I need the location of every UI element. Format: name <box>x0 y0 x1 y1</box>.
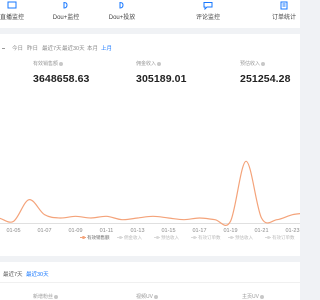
nav-item-label: 直播监控 <box>0 15 24 21</box>
data-point[interactable] <box>245 161 246 162</box>
metric-value: 3648658.63 <box>33 73 90 85</box>
data-point[interactable] <box>90 217 91 218</box>
series-line-0 <box>0 160 300 226</box>
nav-item-label: Dou+监控 <box>52 15 80 21</box>
column-new-fans: 新增粉丝 <box>33 293 59 300</box>
help-icon[interactable] <box>54 294 59 299</box>
data-point[interactable] <box>59 217 60 218</box>
data-point[interactable] <box>152 216 153 217</box>
comment-monitor-icon <box>203 1 213 10</box>
data-point[interactable] <box>276 219 277 220</box>
metric-value: 305189.01 <box>136 73 187 85</box>
legend-label: 预估收入 <box>161 235 179 240</box>
nav-item-label: 评论监控 <box>195 15 220 21</box>
nav-item-order-stats[interactable]: 订单统计 <box>256 0 312 28</box>
time-option-7days[interactable]: 最近7天 <box>42 44 62 52</box>
help-icon[interactable] <box>157 61 162 66</box>
help-icon[interactable] <box>59 61 64 66</box>
sales-trend-chart: 01-05 01-07 01-09 01-11 01-13 01-15 01-17 01-19… <box>0 160 300 234</box>
time-option-30days[interactable]: 最近30天 <box>62 44 85 52</box>
metric-value: 251254.28 <box>240 73 291 85</box>
metric-label: 预估收入 <box>240 60 320 67</box>
legend-marker <box>154 235 160 239</box>
time-range-bar: 今日 昨日 最近7天 最近30天 本月 上月 <box>0 44 300 54</box>
data-point[interactable] <box>121 219 122 220</box>
data-point[interactable] <box>106 216 107 217</box>
legend-item[interactable]: 有效订单数 <box>191 235 221 241</box>
legend-marker <box>117 235 123 239</box>
x-tick-label: 01-07 <box>37 228 51 234</box>
legend-marker <box>228 235 234 239</box>
nav-item-dou-monitor[interactable]: Dou+监控 <box>38 0 94 28</box>
nav-item-comment-monitor[interactable]: 评论监控 <box>180 0 236 28</box>
data-point[interactable] <box>261 217 262 218</box>
legend-label: 有效订单数 <box>198 235 221 240</box>
data-point[interactable] <box>75 216 76 217</box>
metric-label: 有效销售额 <box>33 60 123 67</box>
dou-monitor-icon <box>61 1 71 10</box>
x-tick-label: 01-09 <box>68 228 82 234</box>
sales-overview-panel: 今日 昨日 最近7天 最近30天 本月 上月 有效销售额 3648658.63 … <box>0 34 300 256</box>
top-nav: 直播监控 Dou+监控 Dou+投放 评论监控 订单统计 <box>0 0 300 28</box>
legend-marker <box>265 235 271 239</box>
divider <box>0 282 300 283</box>
timebar-marker <box>2 48 5 49</box>
data-point[interactable] <box>214 219 215 220</box>
help-icon[interactable] <box>261 61 266 66</box>
tab-30days[interactable]: 最近30天 <box>26 270 49 278</box>
nav-item-live-monitor[interactable]: 直播监控 <box>0 0 40 28</box>
nav-item-dou-delivery[interactable]: Dou+投放 <box>94 0 150 28</box>
x-tick-label: 01-21 <box>254 228 268 234</box>
legend-item[interactable]: 预估收入 <box>154 235 179 241</box>
x-tick-label: 01-19 <box>223 228 237 234</box>
legend-item[interactable]: 有效销售额 <box>80 235 110 241</box>
metric-sales: 有效销售额 3648658.63 <box>33 60 123 85</box>
legend-item[interactable]: 预估收入 <box>228 235 253 241</box>
x-tick-label: 01-23 <box>285 228 299 234</box>
x-tick-label: 01-15 <box>161 228 175 234</box>
legend-marker <box>80 235 86 239</box>
nav-item-label: 订单统计 <box>271 15 296 21</box>
data-point[interactable] <box>183 219 184 220</box>
data-point[interactable] <box>13 221 14 222</box>
legend-marker <box>191 235 197 239</box>
metric-label: 佣金收入 <box>136 60 226 67</box>
data-point[interactable] <box>199 217 200 218</box>
column-home-uv: 主页UV <box>242 293 264 300</box>
legend-label: 佣金收入 <box>124 235 142 240</box>
x-tick-label: 01-11 <box>100 228 114 234</box>
data-point[interactable] <box>44 214 45 215</box>
data-point[interactable] <box>230 221 231 222</box>
data-point[interactable] <box>137 217 138 218</box>
legend-item[interactable]: 有效订单数 <box>265 235 295 241</box>
legend-label: 预估收入 <box>235 235 253 240</box>
dou-delivery-icon <box>117 1 127 10</box>
legend-item[interactable]: 佣金收入 <box>117 235 142 241</box>
time-option-last-month[interactable]: 上月 <box>101 44 112 52</box>
legend-label: 有效销售额 <box>87 235 110 240</box>
x-tick-label: 01-05 <box>6 228 20 234</box>
x-tick-label: 01-13 <box>130 228 144 234</box>
metric-estimated-income: 预估收入 251254.28 <box>240 60 320 85</box>
time-option-yesterday[interactable]: 昨日 <box>27 44 38 52</box>
x-tick-label: 01-17 <box>192 228 206 234</box>
help-icon[interactable] <box>259 294 264 299</box>
legend-label: 有效订单数 <box>272 235 295 240</box>
time-option-this-month[interactable]: 本月 <box>87 44 98 52</box>
time-option-today[interactable]: 今日 <box>12 44 23 52</box>
help-icon[interactable] <box>153 294 158 299</box>
live-monitor-icon <box>7 1 17 10</box>
data-point[interactable] <box>292 214 293 215</box>
data-point[interactable] <box>28 199 29 200</box>
tab-7days[interactable]: 最近7天 <box>3 270 23 278</box>
data-point[interactable] <box>168 217 169 218</box>
fans-panel: 最近7天 最近30天 新增粉丝 视频UV 主页UV <box>0 262 300 300</box>
order-stats-icon <box>279 1 289 10</box>
column-video-uv: 视频UV <box>136 293 158 300</box>
chart-legend: 有效销售额 佣金收入 预估收入 有效订单数 预估收入 有效订单数 <box>80 235 300 243</box>
metric-commission: 佣金收入 305189.01 <box>136 60 226 85</box>
nav-item-label: Dou+投放 <box>108 15 136 21</box>
